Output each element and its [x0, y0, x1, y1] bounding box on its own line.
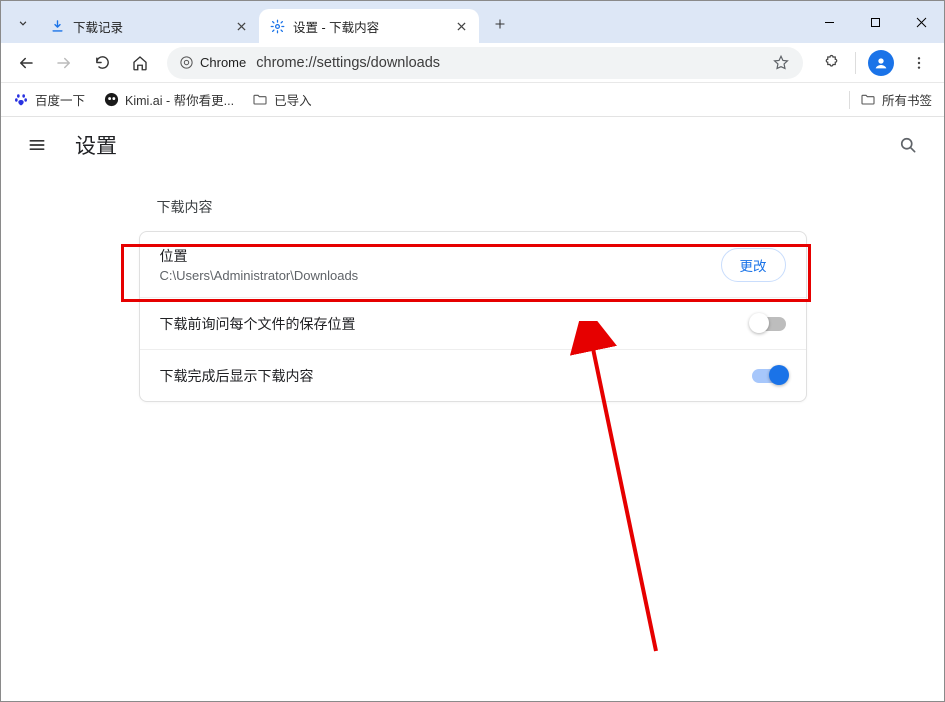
profile-button[interactable] — [864, 46, 898, 80]
hamburger-icon — [27, 135, 47, 155]
bookmark-label: 所有书签 — [882, 90, 932, 109]
gear-icon — [269, 18, 285, 34]
nav-reload-button[interactable] — [85, 46, 119, 80]
omnibox[interactable]: Chrome chrome://settings/downloads — [167, 47, 803, 79]
nav-home-button[interactable] — [123, 46, 157, 80]
toggle-knob — [749, 313, 769, 333]
maximize-icon — [870, 17, 881, 28]
bookmark-baidu[interactable]: 百度一下 — [13, 90, 85, 109]
site-chip[interactable]: Chrome — [179, 55, 246, 70]
extensions-button[interactable] — [813, 46, 847, 80]
tab-close-button[interactable] — [453, 18, 469, 34]
show-on-complete-row: 下载完成后显示下载内容 — [140, 349, 806, 401]
chrome-logo-icon — [179, 55, 194, 70]
window-close-button[interactable] — [898, 1, 944, 43]
avatar-icon — [868, 50, 894, 76]
home-icon — [131, 54, 149, 72]
bookmark-label: Kimi.ai - 帮你看更... — [125, 90, 234, 109]
tab-search-button[interactable] — [7, 7, 39, 39]
reload-icon — [94, 54, 111, 71]
new-tab-button[interactable] — [485, 9, 515, 39]
bookmark-label: 百度一下 — [35, 90, 85, 109]
plus-icon — [493, 17, 507, 31]
search-icon — [898, 135, 918, 155]
tab-title: 设置 - 下载内容 — [293, 17, 445, 36]
page-title: 设置 — [75, 130, 117, 160]
settings-page: 设置 下载内容 位置 C:\Users\Administrator\Downlo… — [1, 117, 944, 701]
nav-back-button[interactable] — [9, 46, 43, 80]
download-icon — [49, 18, 65, 34]
window-minimize-button[interactable] — [806, 1, 852, 43]
close-icon — [457, 22, 466, 31]
settings-header: 设置 — [1, 117, 944, 173]
kebab-icon — [911, 55, 927, 71]
tab-downloads-history[interactable]: 下载记录 — [39, 9, 259, 43]
origin-label: Chrome — [200, 55, 246, 70]
all-bookmarks-button[interactable]: 所有书签 — [860, 90, 932, 109]
minimize-icon — [824, 17, 835, 28]
window-maximize-button[interactable] — [852, 1, 898, 43]
nav-forward-button[interactable] — [47, 46, 81, 80]
toolbar-divider — [855, 52, 856, 74]
bookmarks-divider — [849, 91, 850, 109]
ask-before-download-toggle[interactable] — [752, 317, 786, 331]
settings-section: 下载内容 位置 C:\Users\Administrator\Downloads… — [133, 191, 813, 402]
section-heading: 下载内容 — [139, 191, 807, 231]
window-controls — [806, 1, 944, 43]
downloads-settings-card: 位置 C:\Users\Administrator\Downloads 更改 下… — [139, 231, 807, 402]
browser-toolbar: Chrome chrome://settings/downloads — [1, 43, 944, 83]
download-location-label: 位置 — [160, 246, 705, 266]
ask-before-download-row: 下载前询问每个文件的保存位置 — [140, 297, 806, 349]
bookmarks-bar: 百度一下 Kimi.ai - 帮你看更... 已导入 所有书签 — [1, 83, 944, 117]
chevron-down-icon — [16, 16, 30, 30]
tab-settings-downloads[interactable]: 设置 - 下载内容 — [259, 9, 479, 43]
close-icon — [916, 17, 927, 28]
close-icon — [237, 22, 246, 31]
ask-before-download-label: 下载前询问每个文件的保存位置 — [160, 314, 736, 334]
settings-search-button[interactable] — [888, 125, 928, 165]
app-menu-button[interactable] — [902, 46, 936, 80]
download-location-path: C:\Users\Administrator\Downloads — [160, 268, 705, 283]
arrow-left-icon — [17, 54, 35, 72]
tab-title: 下载记录 — [73, 17, 225, 36]
toggle-knob — [769, 365, 789, 385]
change-location-button[interactable]: 更改 — [721, 248, 786, 282]
show-on-complete-toggle[interactable] — [752, 369, 786, 383]
bookmark-folder-imported[interactable]: 已导入 — [252, 90, 312, 109]
settings-menu-button[interactable] — [17, 125, 57, 165]
folder-icon — [252, 92, 268, 108]
arrow-right-icon — [55, 54, 73, 72]
puzzle-icon — [821, 54, 839, 72]
tab-close-button[interactable] — [233, 18, 249, 34]
folder-icon — [860, 92, 876, 108]
kimi-favicon-icon — [103, 92, 119, 108]
browser-titlebar: 下载记录 设置 - 下载内容 — [1, 1, 944, 43]
bookmark-kimi[interactable]: Kimi.ai - 帮你看更... — [103, 90, 234, 109]
download-location-row: 位置 C:\Users\Administrator\Downloads 更改 — [140, 232, 806, 297]
show-on-complete-label: 下载完成后显示下载内容 — [160, 366, 736, 386]
baidu-paw-icon — [13, 92, 29, 108]
star-icon — [772, 54, 790, 72]
bookmark-star-button[interactable] — [771, 53, 791, 73]
omnibox-url: chrome://settings/downloads — [256, 55, 440, 71]
bookmark-label: 已导入 — [274, 90, 312, 109]
